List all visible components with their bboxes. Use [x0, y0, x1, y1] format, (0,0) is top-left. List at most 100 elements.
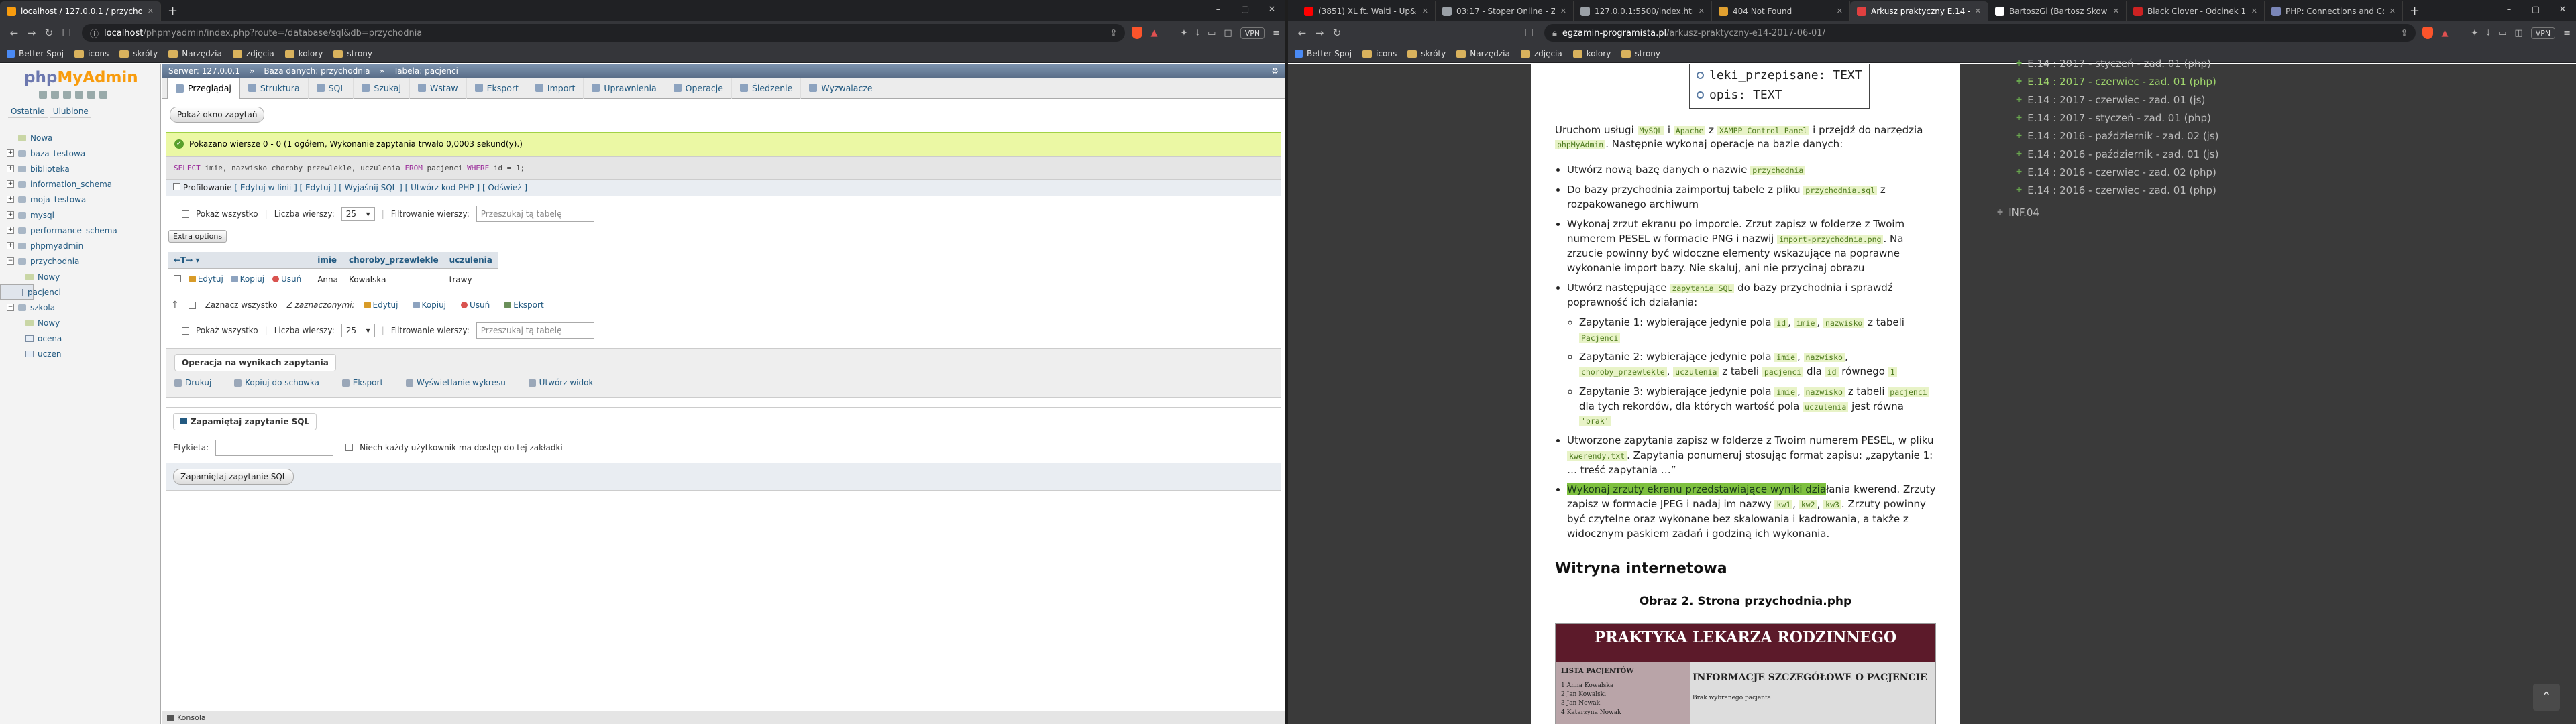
- tab-9[interactable]: Śledzenie: [732, 77, 802, 99]
- tree-node-biblioteka[interactable]: + biblioteka: [0, 161, 160, 176]
- show-all-checkbox-2[interactable]: [182, 326, 189, 335]
- browser-tab[interactable]: Black Clover - Odcinek 170 Na... ✕: [2127, 1, 2265, 21]
- tab-close-icon[interactable]: ✕: [1699, 7, 1705, 15]
- sidebar-link[interactable]: ✚ E.14 : 2016 - październik - zad. 01 (js…: [1989, 145, 2257, 163]
- favorites-tab[interactable]: Ulubione: [50, 105, 91, 118]
- bookmark-item[interactable]: Narzędzia: [1456, 49, 1510, 58]
- left-address-bar[interactable]: ⓘ localhost/phpmyadmin/index.php?route=/…: [82, 24, 1126, 42]
- row-checkbox[interactable]: [174, 275, 181, 282]
- browser-tab[interactable]: 127.0.0.1:5500/index.html ✕: [1574, 1, 1712, 21]
- expand-toggle-icon[interactable]: +: [7, 196, 14, 203]
- brave-rewards-icon[interactable]: ▲: [2441, 28, 2448, 38]
- sidebar-link[interactable]: ✚ E.14 : 2017 - czerwiec - zad. 01 (php): [1989, 72, 2257, 90]
- breadcrumb-table[interactable]: Tabela: pacjenci: [394, 66, 458, 76]
- bookmark-item[interactable]: Better Spoj: [7, 49, 64, 58]
- close-icon[interactable]: ✕: [1258, 0, 1285, 19]
- menu-icon[interactable]: ≡: [2563, 28, 2571, 38]
- bookmark-item[interactable]: zdjęcia: [232, 49, 274, 58]
- tree-node-performance_schema[interactable]: + performance_schema: [0, 223, 160, 238]
- tree-node-phpmyadmin[interactable]: + phpmyadmin: [0, 238, 160, 253]
- downloads-icon[interactable]: ⤓: [1195, 28, 1199, 38]
- new-tab-button-right[interactable]: +: [2403, 1, 2426, 21]
- sidebar-section[interactable]: ✚ INF.04: [1989, 203, 2257, 221]
- bookmark-item[interactable]: kolory: [1572, 49, 1611, 58]
- bookmark-submit-button[interactable]: Zapamiętaj zapytanie SQL: [173, 468, 294, 485]
- settings-icon[interactable]: [87, 90, 95, 99]
- browser-tab[interactable]: 404 Not Found ✕: [1712, 1, 1850, 21]
- column-toggle[interactable]: ←T→ ▾: [168, 252, 313, 269]
- check-all-checkbox[interactable]: [188, 301, 196, 309]
- close-icon[interactable]: ✕: [2549, 0, 2576, 19]
- sidebar-icon[interactable]: ▭: [1208, 28, 1216, 38]
- docs-icon[interactable]: [75, 90, 83, 99]
- expand-toggle-icon[interactable]: +: [7, 165, 14, 172]
- bookmark-item[interactable]: skróty: [1407, 49, 1446, 58]
- sidebar-link[interactable]: ✚ E.14 : 2016 - październik - zad. 02 (js…: [1989, 127, 2257, 145]
- back-icon[interactable]: ←: [5, 27, 23, 39]
- brave-shields-icon[interactable]: [1132, 27, 1143, 39]
- lock-icon[interactable]: 🔒︎: [1552, 28, 1557, 38]
- tab-1[interactable]: Struktura: [240, 77, 309, 99]
- wallet-icon[interactable]: ◫: [1224, 28, 1232, 38]
- filter-input[interactable]: Przeszukaj tą tabelę: [476, 206, 594, 222]
- reload-icon[interactable]: ↻: [1328, 27, 1346, 39]
- back-icon[interactable]: ←: [1293, 27, 1311, 39]
- site-info-icon[interactable]: ⓘ: [90, 27, 99, 40]
- bookmark-item[interactable]: strony: [333, 49, 372, 58]
- breadcrumb-db[interactable]: Baza danych: przychodnia: [264, 66, 370, 76]
- query-actions-links[interactable]: [ Edytuj w linii ] [ Edytuj ] [ Wyjaśnij…: [234, 183, 527, 192]
- right-address-bar[interactable]: 🔒︎ egzamin-programista.pl/arkusz-praktyc…: [1544, 24, 2416, 42]
- bookmark-item[interactable]: kolory: [284, 49, 323, 58]
- pma-logo[interactable]: phpMyAdmin: [24, 69, 160, 86]
- tree-node-Nowa[interactable]: Nowa: [0, 130, 160, 145]
- tab-7[interactable]: Uprawnienia: [584, 77, 665, 99]
- home-icon[interactable]: [39, 90, 47, 99]
- rows-select[interactable]: 25 ▾: [341, 207, 375, 221]
- brave-rewards-icon[interactable]: ▲: [1150, 28, 1157, 38]
- create-view-link[interactable]: Utwórz widok: [528, 378, 593, 387]
- tab-close-icon[interactable]: ✕: [2251, 7, 2257, 15]
- delete-link[interactable]: Usuń: [272, 274, 301, 284]
- tab-close-icon[interactable]: ✕: [2113, 7, 2119, 15]
- tab-close-icon[interactable]: ✕: [1422, 7, 1428, 15]
- tab-close-icon[interactable]: ✕: [1975, 7, 1981, 15]
- expand-toggle-icon[interactable]: −: [7, 304, 14, 311]
- rows-select-2[interactable]: 25 ▾: [341, 324, 375, 337]
- reload-nav-icon[interactable]: [99, 90, 107, 99]
- tree-node-przychodnia[interactable]: − przychodnia: [0, 253, 160, 269]
- vpn-button[interactable]: VPN: [1240, 27, 1265, 39]
- filter-input-2[interactable]: Przeszukaj tą tabelę: [476, 322, 594, 339]
- browser-tab[interactable]: Arkusz praktyczny E.14 - 20... ✕: [1850, 1, 1988, 21]
- sidebar-link[interactable]: ✚ E.14 : 2017 - czerwiec - zad. 01 (js): [1989, 90, 2257, 109]
- minimize-icon[interactable]: –: [2496, 0, 2522, 19]
- wallet-icon[interactable]: ◫: [2514, 28, 2522, 38]
- tab-close-icon[interactable]: ✕: [148, 7, 154, 15]
- tree-node-Nowy[interactable]: Nowy: [0, 269, 160, 284]
- tree-node-pacjenci[interactable]: pacjenci: [0, 284, 61, 300]
- bookmark-icon[interactable]: ☐: [1520, 27, 1538, 39]
- copy-clipboard-link[interactable]: Kopiuj do schowka: [234, 378, 319, 387]
- tab-3[interactable]: Szukaj: [354, 77, 410, 99]
- tab-6[interactable]: Import: [527, 77, 584, 99]
- print-link[interactable]: Drukuj: [174, 378, 211, 387]
- console-bar[interactable]: Konsola: [162, 711, 1285, 724]
- tab-close-icon[interactable]: ✕: [2390, 7, 2396, 15]
- vpn-button[interactable]: VPN: [2530, 27, 2556, 39]
- expand-toggle-icon[interactable]: +: [7, 242, 14, 249]
- extensions-icon[interactable]: ✦: [1180, 28, 1187, 38]
- label-input[interactable]: [215, 439, 334, 456]
- bookmark-item[interactable]: icons: [74, 49, 109, 58]
- copy-link[interactable]: Kopiuj: [231, 274, 264, 284]
- expand-toggle-icon[interactable]: +: [7, 211, 14, 219]
- expand-toggle-icon[interactable]: −: [7, 257, 14, 265]
- extra-options-button[interactable]: Extra options: [168, 230, 227, 243]
- col-uczulenia[interactable]: uczulenia: [443, 252, 498, 269]
- tree-node-Nowy[interactable]: Nowy: [0, 315, 160, 330]
- browser-tab[interactable]: localhost / 127.0.0.1 / przychodnia ✕: [0, 1, 161, 21]
- brave-shields-icon[interactable]: [2422, 27, 2434, 39]
- bulk-export[interactable]: Eksport: [504, 300, 544, 310]
- help-icon[interactable]: [63, 90, 71, 99]
- forward-icon[interactable]: →: [1311, 27, 1328, 39]
- browser-tab[interactable]: PHP: Connections and Conne... ✕: [2265, 1, 2403, 21]
- show-all-checkbox[interactable]: [182, 210, 189, 218]
